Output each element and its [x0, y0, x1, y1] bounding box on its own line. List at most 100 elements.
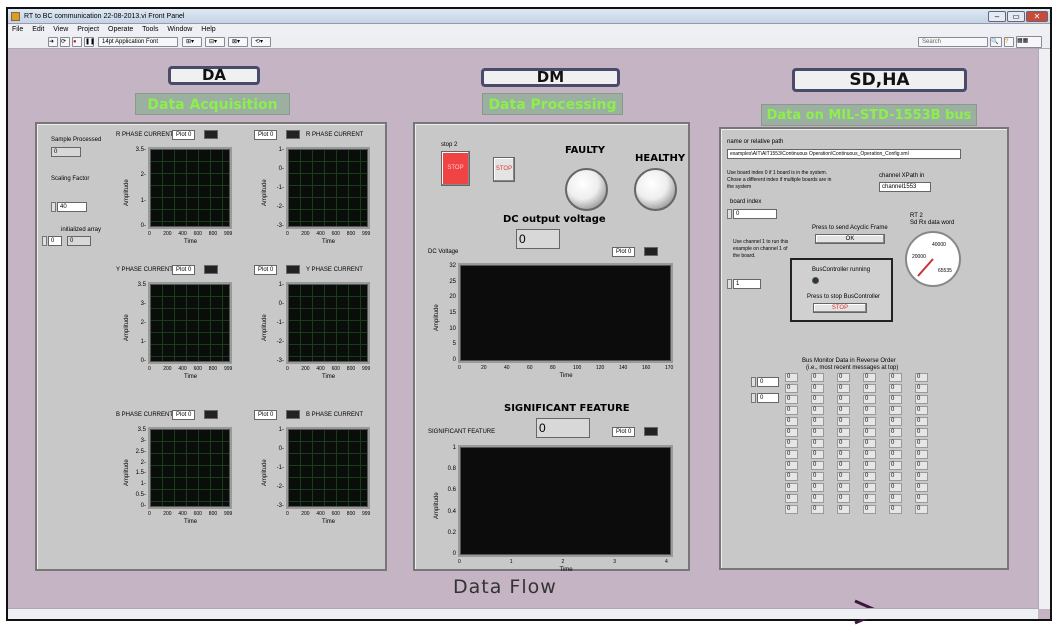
monitor-cell: 0 [811, 505, 824, 514]
monitor-row-index[interactable]: 0 [757, 377, 779, 387]
x-axis-label: Time [322, 374, 336, 380]
horizontal-scrollbar[interactable] [8, 608, 1038, 619]
run-continuous-icon[interactable]: ⟳ [60, 37, 70, 47]
x-tick-label: 400 [178, 231, 187, 237]
search-icon[interactable]: 🔍 [990, 37, 1002, 47]
plot-legend[interactable]: Plot 0 [612, 427, 636, 437]
sdha-header: SD,HA [792, 68, 967, 92]
x-tick-label: 0 [148, 511, 151, 517]
menu-file[interactable]: File [12, 26, 23, 33]
monitor-cell: 0 [889, 450, 902, 459]
monitor-cell: 0 [915, 461, 928, 470]
x-tick-label: 800 [208, 511, 218, 517]
graph-title: Y PHASE CURRENT [306, 267, 363, 273]
toolbar: ➜ ⟳ ● ❚❚ 14pt Application Font ⊞▾ ⊟▾ ⊠▾ … [8, 35, 1050, 49]
plot-legend[interactable]: Plot 0 [612, 247, 636, 257]
y-tick-label: 1 [452, 445, 456, 451]
monitor-cell: 0 [811, 472, 824, 481]
menu-tools[interactable]: Tools [142, 26, 158, 33]
monitor-col-spinner[interactable] [751, 393, 756, 403]
monitor-cell: 0 [863, 395, 876, 404]
plot-style-icon[interactable] [286, 410, 300, 419]
array-index-spinner[interactable] [42, 236, 47, 246]
font-dropdown[interactable]: 14pt Application Font [98, 37, 178, 47]
minimize-button[interactable]: – [988, 11, 1006, 22]
y-tick-label: 0- [278, 446, 284, 452]
plot-style-icon[interactable] [286, 265, 300, 274]
distribute-icon[interactable]: ⊟▾ [205, 37, 225, 47]
monitor-cell: 0 [915, 395, 928, 404]
x-tick-label: 200 [163, 511, 172, 517]
close-button[interactable]: ✕ [1026, 11, 1048, 22]
channel-input[interactable]: 1 [733, 279, 761, 289]
plot-legend[interactable]: Plot 0 [254, 130, 278, 140]
graph-title: B PHASE CURRENT [306, 412, 364, 418]
monitor-cell: 0 [863, 494, 876, 503]
y-axis-label: Amplitude [262, 314, 268, 341]
plot-style-icon[interactable] [204, 265, 218, 274]
bus-controller-box: BusController running Press to stop BusC… [790, 258, 893, 322]
run-arrow-icon[interactable]: ➜ [48, 37, 58, 47]
plot-legend[interactable]: Plot 0 [172, 265, 196, 275]
path-input[interactable]: examples\AIT\AIT1553\Continuous Operatio… [727, 149, 961, 159]
plot-legend[interactable]: Plot 0 [172, 130, 196, 140]
monitor-cell: 0 [785, 428, 798, 437]
y-tick-label: -1- [276, 320, 284, 326]
monitor-row-spinner[interactable] [751, 377, 756, 387]
channel-xpath-input[interactable]: channel1553 [879, 182, 931, 192]
resize-icon[interactable]: ⊠▾ [228, 37, 248, 47]
board-index-input[interactable]: 0 [733, 209, 777, 219]
plot-style-icon[interactable] [644, 247, 658, 256]
y-tick-label: 1- [140, 197, 146, 204]
y-tick-label: 2- [140, 320, 146, 326]
maximize-button[interactable]: ▭ [1007, 11, 1025, 22]
gauge-tick-mid: 40000 [932, 242, 946, 248]
monitor-cell: 0 [785, 406, 798, 415]
ok-button[interactable]: OK [815, 234, 885, 244]
x-tick-label: 999 [224, 366, 233, 372]
x-tick-label: 80 [550, 365, 556, 371]
y-tick-label: 25 [449, 278, 456, 285]
menu-window[interactable]: Window [167, 26, 192, 33]
monitor-cell: 0 [785, 395, 798, 404]
stop-button[interactable]: STOP [493, 157, 515, 182]
plot-legend[interactable]: Plot 0 [172, 410, 196, 420]
menu-view[interactable]: View [53, 26, 68, 33]
y-axis-label: Amplitude [434, 304, 440, 331]
plot-area [286, 147, 370, 229]
plot-style-icon[interactable] [204, 130, 218, 139]
stop2-button[interactable]: STOP [441, 151, 470, 186]
plot-style-icon[interactable] [204, 410, 218, 419]
y-axis-label: Amplitude [262, 459, 268, 486]
monitor-title: Bus Monitor Data in Reverse Order [802, 358, 896, 364]
x-tick-label: 4 [665, 559, 668, 565]
monitor-cell: 0 [811, 450, 824, 459]
menu-edit[interactable]: Edit [32, 26, 44, 33]
pause-icon[interactable]: ❚❚ [84, 37, 95, 47]
abort-icon[interactable]: ● [72, 37, 82, 47]
reorder-icon[interactable]: ⟲▾ [251, 37, 271, 47]
bc-running-led [812, 277, 819, 284]
plot-style-icon[interactable] [286, 130, 300, 139]
board-index-spinner[interactable] [727, 209, 732, 219]
scaling-factor-input[interactable]: 40 [57, 202, 87, 212]
plot-legend[interactable]: Plot 0 [254, 410, 278, 420]
menu-help[interactable]: Help [201, 26, 215, 33]
x-tick-label: 200 [301, 231, 310, 237]
channel-spinner[interactable] [727, 279, 732, 289]
bc-stop-button[interactable]: STOP [813, 303, 867, 313]
vertical-scrollbar[interactable] [1038, 49, 1050, 609]
help-icon[interactable]: ? [1004, 37, 1014, 47]
monitor-cell: 0 [837, 373, 850, 382]
search-input[interactable]: Search [918, 37, 988, 47]
plot-style-icon[interactable] [644, 427, 658, 436]
monitor-col-index[interactable]: 0 [757, 393, 779, 403]
array-index-input[interactable]: 0 [48, 236, 62, 246]
scaling-factor-spinner[interactable] [51, 202, 56, 212]
connector-pane-icon[interactable]: ▦▦ [1016, 36, 1042, 48]
plot-legend[interactable]: Plot 0 [254, 265, 278, 275]
menu-project[interactable]: Project [77, 26, 99, 33]
x-tick-label: 800 [346, 366, 356, 372]
align-icon[interactable]: ⊞▾ [182, 37, 202, 47]
menu-operate[interactable]: Operate [108, 26, 133, 33]
